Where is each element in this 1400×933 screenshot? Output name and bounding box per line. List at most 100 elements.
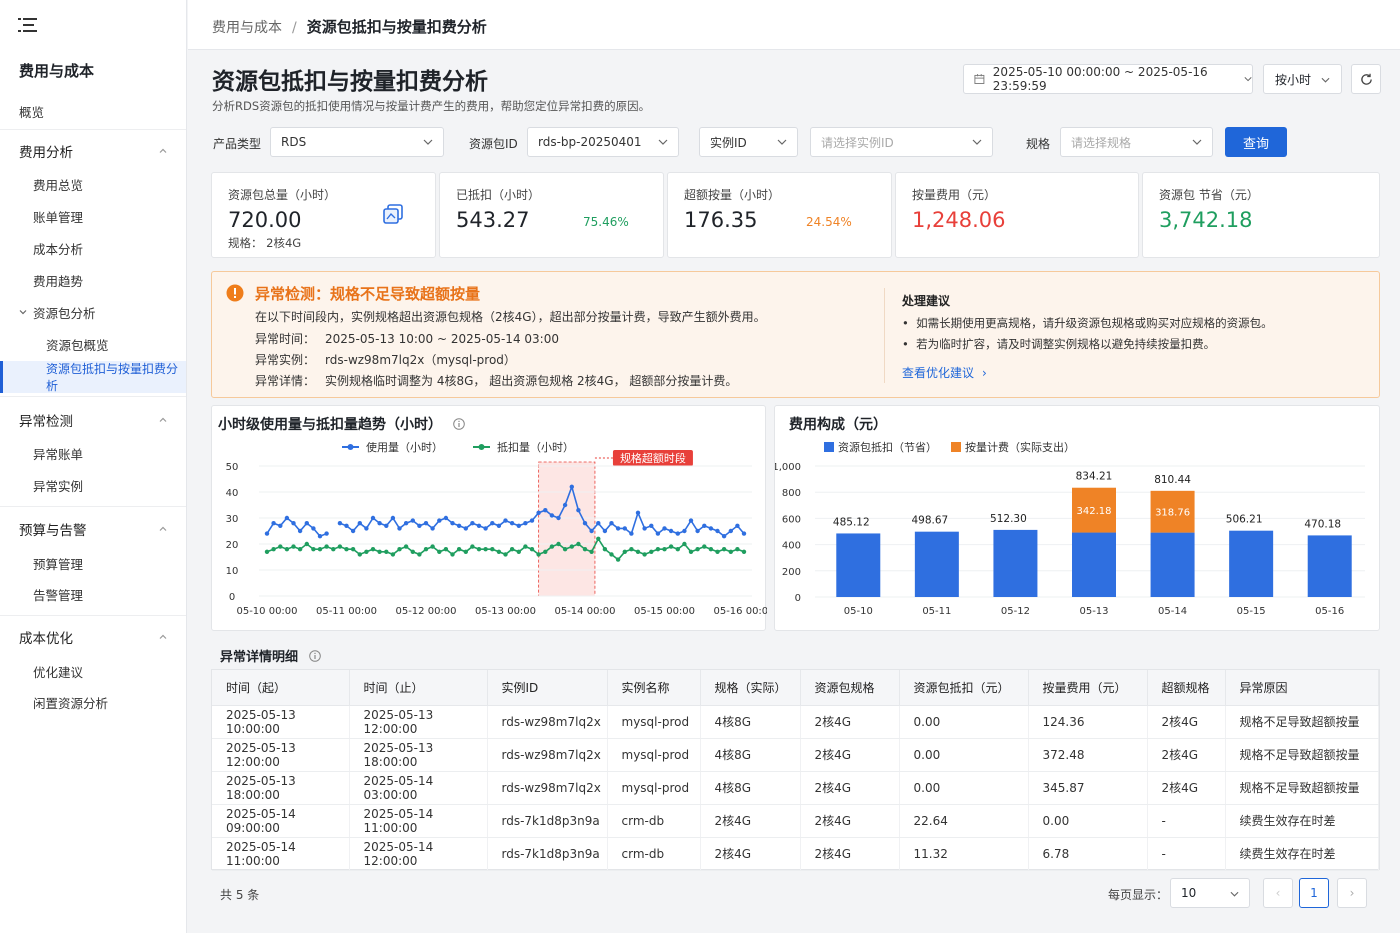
sidebar: 费用与成本 概览 费用分析 费用总览 账单管理 成本分析 费用趋势 资源包分析 … <box>0 0 187 933</box>
data-point-usage <box>317 534 323 539</box>
chevron-up-icon <box>159 526 167 531</box>
page-size-select[interactable]: 10 <box>1170 878 1250 908</box>
view-suggestions-link[interactable]: 查看优化建议 › <box>902 364 987 381</box>
x-tick-label: 05-13 00:00 <box>475 606 536 617</box>
instance-id-select[interactable]: 请选择实例ID <box>810 127 993 157</box>
column-header: 时间（起） <box>212 670 350 706</box>
data-point-deduct <box>695 547 700 552</box>
data-point-usage <box>350 528 356 534</box>
calendar-icon <box>974 74 985 84</box>
table-row[interactable]: 2025-05-14 09:00:00 2025-05-14 11:00:00 rd… <box>212 804 1379 838</box>
data-point-deduct <box>635 549 641 554</box>
info-icon[interactable] <box>308 650 321 662</box>
table-cell: 2025-05-14 03:00:00 <box>349 771 488 805</box>
data-point-usage <box>569 484 574 489</box>
table-cell: rds-wz98m7lq2x <box>487 738 608 772</box>
menu-icon[interactable] <box>18 16 38 34</box>
cost-chart: 资源包抵扣（节省） 按量计费（实际支出） 0 200 400 600 800 1,000 4… <box>775 440 1365 617</box>
chevron-up-icon <box>159 148 167 153</box>
table-cell: 0.00 <box>899 705 1029 739</box>
data-point-deduct <box>549 544 555 549</box>
sidebar-item-optimization[interactable]: 优化建议 <box>0 657 186 685</box>
sidebar-item-bill[interactable]: 账单管理 <box>0 202 186 230</box>
sidebar-item-idle[interactable]: 闲置资源分析 <box>0 688 186 716</box>
sidebar-item-overview[interactable]: 概览 <box>0 97 186 125</box>
bar-deduct <box>836 533 881 597</box>
product-type-select[interactable]: RDS <box>270 127 444 157</box>
data-point-usage <box>337 521 343 526</box>
alert-detail-label: 异常详情： <box>255 374 316 388</box>
data-point-usage <box>417 523 422 528</box>
bar-total-label: 470.18 <box>1304 518 1341 530</box>
chevron-down-icon <box>423 139 433 145</box>
data-point-deduct <box>503 552 508 557</box>
card-value: 176.35 <box>684 208 758 232</box>
breadcrumb-parent[interactable]: 费用与成本 <box>212 20 282 36</box>
table-row[interactable]: 2025-05-13 18:00:00 2025-05-14 03:00:00 rd… <box>212 771 1379 805</box>
sidebar-item-anomaly-bill[interactable]: 异常账单 <box>0 439 186 467</box>
alert-detail: 异常详情： 实例规格临时调整为 4核8G， 超出资源包规格 2核4G， 超额部分按… <box>255 372 737 389</box>
data-point-usage <box>649 523 654 528</box>
prev-page-button[interactable]: ‹ <box>1263 878 1293 908</box>
spec-select[interactable]: 请选择规格 <box>1060 127 1213 157</box>
data-point-deduct <box>702 544 707 549</box>
data-point-deduct <box>271 547 276 552</box>
data-point-deduct <box>456 547 462 552</box>
data-point-usage <box>437 518 442 523</box>
sidebar-section-budget[interactable]: 预算与告警 <box>0 515 186 543</box>
column-header: 时间（止） <box>349 670 488 706</box>
table-row[interactable]: 2025-05-13 10:00:00 2025-05-13 12:00:00 rd… <box>212 705 1379 739</box>
data-point-deduct <box>668 544 674 549</box>
sidebar-item-anomaly-instance[interactable]: 异常实例 <box>0 471 186 499</box>
package-id-select[interactable]: rds-bp-20250401 <box>527 127 679 157</box>
query-button[interactable]: 查询 <box>1225 127 1287 157</box>
granularity-select[interactable]: 按小时 <box>1263 64 1342 94</box>
table-header-row: 时间（起） 时间（止） 实例ID 实例名称 规格（实际） 资源包规格 资源包抵扣（元） 按量费… <box>212 670 1379 706</box>
data-point-usage <box>629 531 634 536</box>
sidebar-item-budget[interactable]: 预算管理 <box>0 549 186 577</box>
sidebar-item-package-overview[interactable]: 资源包概览 <box>0 330 186 358</box>
data-point-usage <box>483 526 488 531</box>
alert-instance-value: rds-wz98m7lq2x（mysql-prod） <box>325 353 516 367</box>
section-label: 异常检测 <box>19 414 73 430</box>
data-point-usage <box>357 521 362 526</box>
alert-time-label: 异常时间： <box>255 332 316 346</box>
data-point-deduct <box>728 549 733 554</box>
table-row[interactable]: 2025-05-14 11:00:00 2025-05-14 12:00:00 rd… <box>212 837 1379 871</box>
table-row[interactable]: 2025-05-13 12:00:00 2025-05-13 18:00:00 rd… <box>212 738 1379 772</box>
table-cell: 续费生效存在时差 <box>1225 837 1379 871</box>
y-tick-label: 0 <box>795 593 801 604</box>
sidebar-item-alarm[interactable]: 告警管理 <box>0 580 186 608</box>
chevron-right-icon: › <box>1349 886 1355 900</box>
spec-label: 规格 <box>1026 137 1051 151</box>
next-page-button[interactable]: › <box>1337 878 1367 908</box>
sidebar-section-cost-analysis[interactable]: 费用分析 <box>0 137 186 165</box>
date-range-picker[interactable]: 2025-05-10 00:00:00 ~ 2025-05-16 23:59:5… <box>963 64 1253 94</box>
package-id-value: rds-bp-20250401 <box>538 135 642 149</box>
data-point-deduct <box>675 547 680 552</box>
sidebar-item-deduction-analysis[interactable]: 资源包抵扣与按量扣费分析 <box>0 361 186 393</box>
instance-field-selector[interactable]: 实例ID <box>699 127 798 157</box>
sidebar-item-cost-analysis[interactable]: 成本分析 <box>0 234 186 262</box>
sidebar-item-cost-trend[interactable]: 费用趋势 <box>0 266 186 294</box>
data-point-usage <box>304 521 309 526</box>
data-point-usage <box>470 521 475 526</box>
data-point-deduct <box>516 549 521 554</box>
data-point-usage <box>609 521 614 526</box>
x-tick-label: 05-10 00:00 <box>236 606 297 617</box>
data-point-deduct <box>403 544 409 549</box>
data-point-usage <box>384 523 389 528</box>
page-size-value: 10 <box>1181 886 1197 900</box>
data-point-usage <box>576 508 581 513</box>
sidebar-section-anomaly[interactable]: 异常检测 <box>0 406 186 434</box>
sidebar-group-package-analysis[interactable]: 资源包分析 <box>0 298 186 326</box>
sidebar-section-optimization[interactable]: 成本优化 <box>0 623 186 651</box>
data-point-deduct <box>476 547 482 552</box>
page-button-current[interactable]: 1 <box>1299 878 1329 908</box>
refresh-button[interactable] <box>1351 64 1381 94</box>
data-point-deduct <box>741 549 747 554</box>
table-cell: 345.87 <box>1028 771 1148 805</box>
sidebar-item-cost-overview[interactable]: 费用总览 <box>0 170 186 198</box>
table-cell: 规格不足导致超额按量 <box>1225 771 1379 805</box>
card-value: 720.00 <box>228 208 302 232</box>
